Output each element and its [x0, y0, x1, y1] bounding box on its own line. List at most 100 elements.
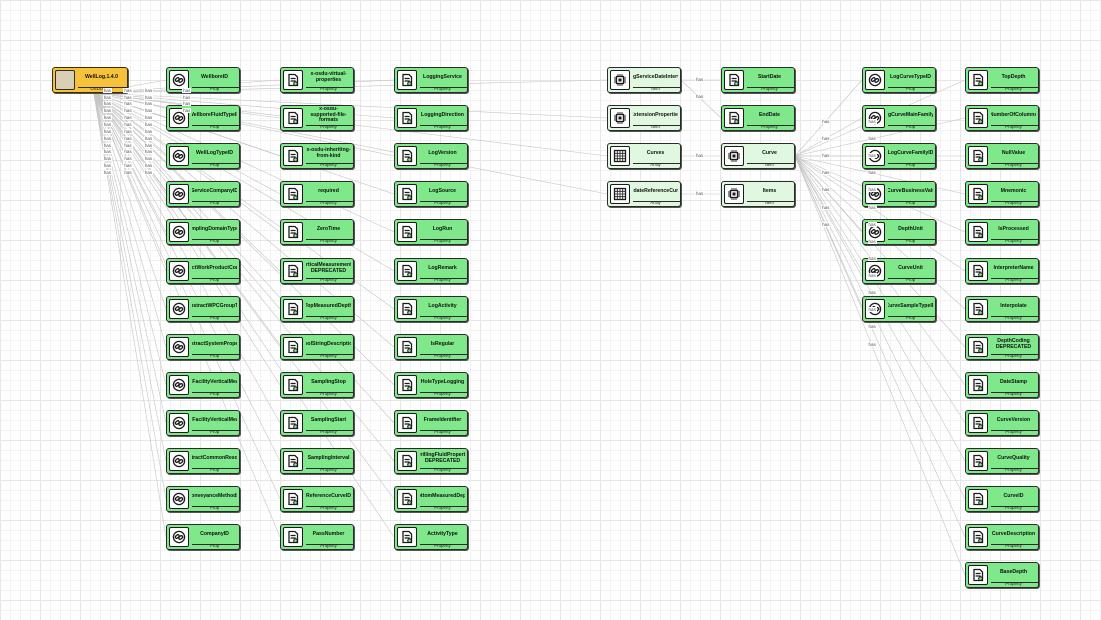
node-title: CurveVersion: [996, 416, 1031, 423]
node-c2_1[interactable]: x-osdu-supported-file-formats Property: [280, 105, 354, 131]
node-c4_0[interactable]: LogServiceDateInterval Item: [607, 67, 681, 93]
node-c2_0[interactable]: x-osdu-virtual-properties Property: [280, 67, 354, 93]
node-c2_2[interactable]: x-osdu-inheriting-from-kind Property: [280, 143, 354, 169]
node-c1_9[interactable]: IsAbstractFacilityVerticalMeasurement Pro…: [166, 410, 240, 436]
node-c1_6[interactable]: IsAbstractWPCGroupType Prop: [166, 296, 240, 322]
node-c7_0[interactable]: TopDepth Property: [965, 67, 1039, 93]
node-c5_1[interactable]: EndDate Property: [721, 105, 795, 131]
node-c1_11[interactable]: ConveyanceMethodID Prop: [166, 486, 240, 512]
node-c7_10[interactable]: CurveQuality Property: [965, 448, 1039, 474]
node-c2_8[interactable]: SamplingStop Property: [280, 372, 354, 398]
node-title: LogCurveMainFamilyID: [888, 111, 933, 118]
node-type-label: Property: [320, 200, 337, 205]
node-c7_1[interactable]: NumberOfColumns Property: [965, 105, 1039, 131]
edge-label: has: [867, 135, 877, 141]
node-title: ToolStringDescription: [306, 340, 351, 347]
node-c1_0[interactable]: WellboreID Prop: [166, 67, 240, 93]
node-c7_8[interactable]: DateStamp Property: [965, 372, 1039, 398]
node-c3_3[interactable]: LogSource Property: [394, 181, 468, 207]
node-c3_6[interactable]: LogActivity Property: [394, 296, 468, 322]
node-c7_11[interactable]: CurveID Property: [965, 486, 1039, 512]
node-c2_9[interactable]: SamplingStart Property: [280, 410, 354, 436]
node-title: x-osdu-virtual-properties: [310, 70, 347, 83]
node-c2_7[interactable]: ToolStringDescription Property: [280, 334, 354, 360]
node-title: ReferenceCurveID: [306, 492, 351, 499]
node-c7_13[interactable]: BaseDepth Property: [965, 562, 1039, 588]
node-c2_6[interactable]: TopMeasuredDepth Property: [280, 296, 354, 322]
edge-label: has: [867, 238, 877, 244]
node-c5_2[interactable]: Curve Item: [721, 143, 795, 169]
diagram-canvas[interactable]: WellLog.1.4.0OSDUType WellboreIDProp Wellb…: [0, 0, 1101, 620]
node-c1_5[interactable]: IsAbstractWorkProductComponent Prop: [166, 258, 240, 284]
node-c2_4[interactable]: ZeroTime Property: [280, 219, 354, 245]
edge-label: has: [123, 87, 133, 93]
node-c1_1[interactable]: WellboreFluidTypeID Prop: [166, 105, 240, 131]
document-icon: [283, 451, 303, 471]
node-type-label: Property: [434, 429, 451, 434]
edge-label: has: [143, 156, 154, 162]
node-c3_0[interactable]: LoggingService Property: [394, 67, 468, 93]
edge-label: has: [143, 163, 154, 169]
node-c3_9[interactable]: FrameIdentifier Property: [394, 410, 468, 436]
node-c1_2[interactable]: WellLogTypeID Prop: [166, 143, 240, 169]
node-c3_1[interactable]: LoggingDirection Property: [394, 105, 468, 131]
node-c3_8[interactable]: HoleTypeLogging Property: [394, 372, 468, 398]
node-c6_0[interactable]: LogCurveTypeID Prop: [862, 67, 936, 93]
node-c4_2[interactable]: Curves Array: [607, 143, 681, 169]
node-type-label: Property: [320, 86, 337, 91]
node-c3_12[interactable]: ActivityType Property: [394, 524, 468, 550]
edge-label: has: [867, 221, 877, 227]
node-c1_10[interactable]: IsAbstractCommonResources Prop: [166, 448, 240, 474]
node-c7_12[interactable]: CurveDescription Property: [965, 524, 1039, 550]
node-c6_5[interactable]: CurveUnit Prop: [862, 258, 936, 284]
node-c1_4[interactable]: SamplingDomainTypeID Prop: [166, 219, 240, 245]
node-c7_4[interactable]: IsProcessed Property: [965, 219, 1039, 245]
node-c7_5[interactable]: InterpreterName Property: [965, 258, 1039, 284]
node-title: CurveUnit: [898, 264, 923, 271]
node-c4_1[interactable]: ExtensionProperties Item: [607, 105, 681, 131]
node-c3_5[interactable]: LogRemark Property: [394, 258, 468, 284]
node-c5_0[interactable]: StartDate Property: [721, 67, 795, 93]
node-c3_11[interactable]: BottomMeasuredDepth Property: [394, 486, 468, 512]
document-icon: [283, 70, 303, 90]
node-title: DateStamp: [999, 378, 1028, 385]
document-icon: [283, 299, 303, 319]
node-c4_3[interactable]: CandidateReferenceCurveIDs Array: [607, 181, 681, 207]
node-title: LogRun: [432, 225, 453, 232]
node-c2_10[interactable]: SamplingInterval Property: [280, 448, 354, 474]
node-type-label: Property: [320, 277, 337, 282]
node-type-label: Prop: [209, 543, 220, 548]
node-type-label: Property: [320, 238, 337, 243]
node-c1_12[interactable]: CompanyID Prop: [166, 524, 240, 550]
node-c1_3[interactable]: ServiceCompanyID Prop: [166, 181, 240, 207]
edge-label: has: [102, 156, 113, 162]
edge-label: has: [867, 290, 877, 296]
node-title: TopMeasuredDepth: [306, 302, 351, 309]
node-c2_3[interactable]: required Property: [280, 181, 354, 207]
node-c5_3[interactable]: Items Item: [721, 181, 795, 207]
edge-label: has: [821, 170, 831, 176]
node-c1_7[interactable]: IsAbstractSystemProperties Prop: [166, 334, 240, 360]
edge-label: has: [102, 122, 113, 128]
node-c3_4[interactable]: LogRun Property: [394, 219, 468, 245]
node-c3_2[interactable]: LogVersion Property: [394, 143, 468, 169]
node-c2_12[interactable]: PassNumber Property: [280, 524, 354, 550]
node-c7_7[interactable]: DepthCoding DEPRECATED Property: [965, 334, 1039, 360]
node-type-label: Prop: [209, 429, 220, 434]
node-c7_3[interactable]: Mnemonic Property: [965, 181, 1039, 207]
document-icon: [397, 184, 417, 204]
node-c3_7[interactable]: IsRegular Property: [394, 334, 468, 360]
node-c1_8[interactable]: IsAbstractFacilityVerticalMeasurement Pro…: [166, 372, 240, 398]
edge-label: has: [102, 149, 113, 155]
node-root[interactable]: WellLog.1.4.0 OSDUType: [52, 67, 128, 93]
node-c2_11[interactable]: ReferenceCurveID Property: [280, 486, 354, 512]
document-icon: [283, 375, 303, 395]
node-c7_6[interactable]: Interpolate Property: [965, 296, 1039, 322]
node-c3_10[interactable]: DrillingFluidProperty DEPRECATED Property: [394, 448, 468, 474]
node-title: required: [318, 187, 339, 194]
node-c2_5[interactable]: VerticalMeasurementID DEPRECATED Property: [280, 258, 354, 284]
edge-label: has: [123, 108, 133, 114]
node-c7_9[interactable]: CurveVersion Property: [965, 410, 1039, 436]
node-c6_3[interactable]: LogCurveBusinessValueID Prop: [862, 181, 936, 207]
node-c7_2[interactable]: NullValue Property: [965, 143, 1039, 169]
